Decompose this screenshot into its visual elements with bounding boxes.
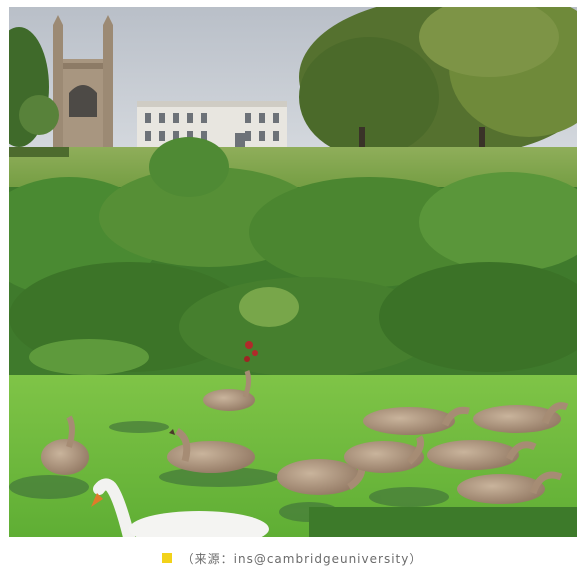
swans-on-river-photo <box>9 7 577 537</box>
photo <box>9 7 577 537</box>
caption-text: （来源：ins@cambridgeuniversity） <box>181 551 423 566</box>
near-bank <box>309 507 577 537</box>
caption-marker <box>161 553 172 563</box>
photo-caption: （来源：ins@cambridgeuniversity） <box>0 548 584 568</box>
